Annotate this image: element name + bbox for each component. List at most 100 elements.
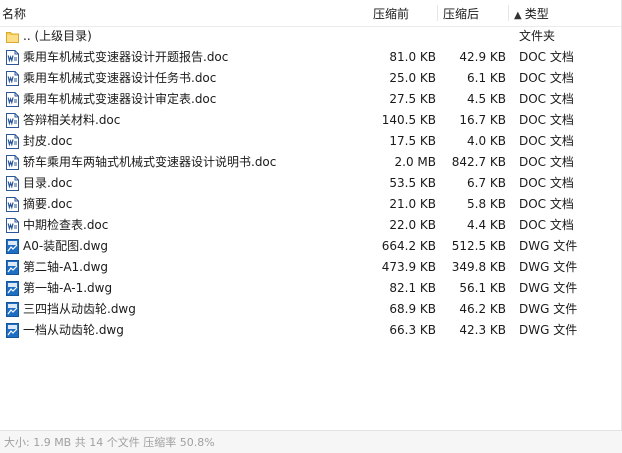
file-name: 答辩相关材料.doc — [23, 113, 121, 127]
file-type: DOC 文档 — [519, 134, 574, 148]
file-name: 中期检查表.doc — [23, 218, 109, 232]
file-type: DWG 文件 — [519, 260, 578, 274]
file-row[interactable]: 摘要.doc 21.0 KB 5.8 KB DOC 文档 — [0, 194, 621, 215]
file-type: DWG 文件 — [519, 239, 578, 253]
file-type: DOC 文档 — [519, 155, 574, 169]
column-header-bar: 名称 压缩前 压缩后 ▲ 类型 — [0, 0, 621, 27]
compressed-size: 46.2 KB — [459, 302, 506, 316]
original-size: 66.3 KB — [389, 323, 436, 337]
original-size: 22.0 KB — [389, 218, 436, 232]
original-size: 68.9 KB — [389, 302, 436, 316]
original-size: 21.0 KB — [389, 197, 436, 211]
compressed-size: 349.8 KB — [451, 260, 506, 274]
column-divider[interactable] — [437, 5, 438, 21]
file-row[interactable]: 封皮.doc 17.5 KB 4.0 KB DOC 文档 — [0, 131, 621, 152]
compressed-size: 6.7 KB — [467, 176, 506, 190]
dwg-file-icon — [6, 239, 19, 254]
file-row[interactable]: A0-装配图.dwg 664.2 KB 512.5 KB DWG 文件 — [0, 236, 621, 257]
compressed-size: 4.4 KB — [467, 218, 506, 232]
compressed-size: 842.7 KB — [451, 155, 506, 169]
file-type: 文件夹 — [519, 29, 556, 43]
file-type: DWG 文件 — [519, 323, 578, 337]
word-doc-icon — [6, 92, 19, 107]
file-name: 乘用车机械式变速器设计任务书.doc — [23, 71, 217, 85]
file-type: DWG 文件 — [519, 302, 578, 316]
column-header-compressed-size[interactable]: 压缩后 — [443, 0, 479, 26]
word-doc-icon — [6, 155, 19, 170]
file-list: .. (上级目录) 文件夹乘用车机械式变速器设计开题报告.doc 81.0 KB 42… — [0, 26, 621, 341]
compressed-size: 56.1 KB — [459, 281, 506, 295]
file-name: .. (上级目录) — [23, 29, 92, 43]
original-size: 82.1 KB — [389, 281, 436, 295]
file-name: A0-装配图.dwg — [23, 239, 109, 253]
file-name: 摘要.doc — [23, 197, 73, 211]
compressed-size: 4.5 KB — [467, 92, 506, 106]
column-header-original-size[interactable]: 压缩前 — [373, 0, 409, 26]
compressed-size: 42.9 KB — [459, 50, 506, 64]
file-row[interactable]: 一档从动齿轮.dwg 66.3 KB 42.3 KB DWG 文件 — [0, 320, 621, 341]
original-size: 25.0 KB — [389, 71, 436, 85]
file-row[interactable]: 乘用车机械式变速器设计任务书.doc 25.0 KB 6.1 KB DOC 文档 — [0, 68, 621, 89]
file-row[interactable]: 第二轴-A1.dwg 473.9 KB 349.8 KB DWG 文件 — [0, 257, 621, 278]
file-row[interactable]: 轿车乘用车两轴式机械式变速器设计说明书.doc 2.0 MB 842.7 KB DOC… — [0, 152, 621, 173]
archive-window: 名称 压缩前 压缩后 ▲ 类型 .. (上级目录) 文件夹乘用车机械式变速器设计开题… — [0, 0, 622, 453]
column-header-type[interactable]: ▲ 类型 — [514, 0, 549, 26]
original-size: 664.2 KB — [381, 239, 436, 253]
dwg-file-icon — [6, 323, 19, 338]
column-header-type-label: 类型 — [524, 7, 549, 21]
file-row[interactable]: 第一轴-A-1.dwg 82.1 KB 56.1 KB DWG 文件 — [0, 278, 621, 299]
file-row[interactable]: 乘用车机械式变速器设计开题报告.doc 81.0 KB 42.9 KB DOC 文档 — [0, 47, 621, 68]
dwg-file-icon — [6, 281, 19, 296]
column-header-name[interactable]: 名称 — [2, 0, 26, 26]
file-row[interactable]: 三四挡从动齿轮.dwg 68.9 KB 46.2 KB DWG 文件 — [0, 299, 621, 320]
file-name: 乘用车机械式变速器设计开题报告.doc — [23, 50, 229, 64]
word-doc-icon — [6, 176, 19, 191]
file-type: DOC 文档 — [519, 218, 574, 232]
column-divider[interactable] — [508, 5, 509, 21]
status-text: 大小: 1.9 MB 共 14 个文件 压缩率 50.8% — [4, 436, 215, 449]
original-size: 2.0 MB — [394, 155, 436, 169]
word-doc-icon — [6, 50, 19, 65]
status-bar: 大小: 1.9 MB 共 14 个文件 压缩率 50.8% — [0, 430, 622, 453]
file-type: DOC 文档 — [519, 92, 574, 106]
word-doc-icon — [6, 197, 19, 212]
original-size: 17.5 KB — [389, 134, 436, 148]
compressed-size: 4.0 KB — [467, 134, 506, 148]
original-size: 53.5 KB — [389, 176, 436, 190]
sort-ascending-icon: ▲ — [514, 10, 522, 21]
file-type: DOC 文档 — [519, 50, 574, 64]
file-row[interactable]: 乘用车机械式变速器设计审定表.doc 27.5 KB 4.5 KB DOC 文档 — [0, 89, 621, 110]
file-type: DOC 文档 — [519, 113, 574, 127]
file-type: DWG 文件 — [519, 281, 578, 295]
original-size: 140.5 KB — [381, 113, 436, 127]
compressed-size: 6.1 KB — [467, 71, 506, 85]
compressed-size: 16.7 KB — [459, 113, 506, 127]
file-name: 第一轴-A-1.dwg — [23, 281, 113, 295]
file-name: 第二轴-A1.dwg — [23, 260, 109, 274]
file-name: 三四挡从动齿轮.dwg — [23, 302, 136, 316]
original-size: 27.5 KB — [389, 92, 436, 106]
file-type: DOC 文档 — [519, 71, 574, 85]
file-name: 一档从动齿轮.dwg — [23, 323, 124, 337]
original-size: 473.9 KB — [381, 260, 436, 274]
original-size: 81.0 KB — [389, 50, 436, 64]
word-doc-icon — [6, 134, 19, 149]
compressed-size: 5.8 KB — [467, 197, 506, 211]
file-type: DOC 文档 — [519, 197, 574, 211]
dwg-file-icon — [6, 260, 19, 275]
file-name: 轿车乘用车两轴式机械式变速器设计说明书.doc — [23, 155, 277, 169]
dwg-file-icon — [6, 302, 19, 317]
word-doc-icon — [6, 218, 19, 233]
parent-directory-row[interactable]: .. (上级目录) 文件夹 — [0, 26, 621, 47]
compressed-size: 512.5 KB — [451, 239, 506, 253]
folder-up-icon — [6, 29, 19, 44]
compressed-size: 42.3 KB — [459, 323, 506, 337]
file-name: 封皮.doc — [23, 134, 73, 148]
file-name: 目录.doc — [23, 176, 73, 190]
word-doc-icon — [6, 113, 19, 128]
file-row[interactable]: 答辩相关材料.doc 140.5 KB 16.7 KB DOC 文档 — [0, 110, 621, 131]
file-row[interactable]: 目录.doc 53.5 KB 6.7 KB DOC 文档 — [0, 173, 621, 194]
file-row[interactable]: 中期检查表.doc 22.0 KB 4.4 KB DOC 文档 — [0, 215, 621, 236]
file-name: 乘用车机械式变速器设计审定表.doc — [23, 92, 217, 106]
file-type: DOC 文档 — [519, 176, 574, 190]
